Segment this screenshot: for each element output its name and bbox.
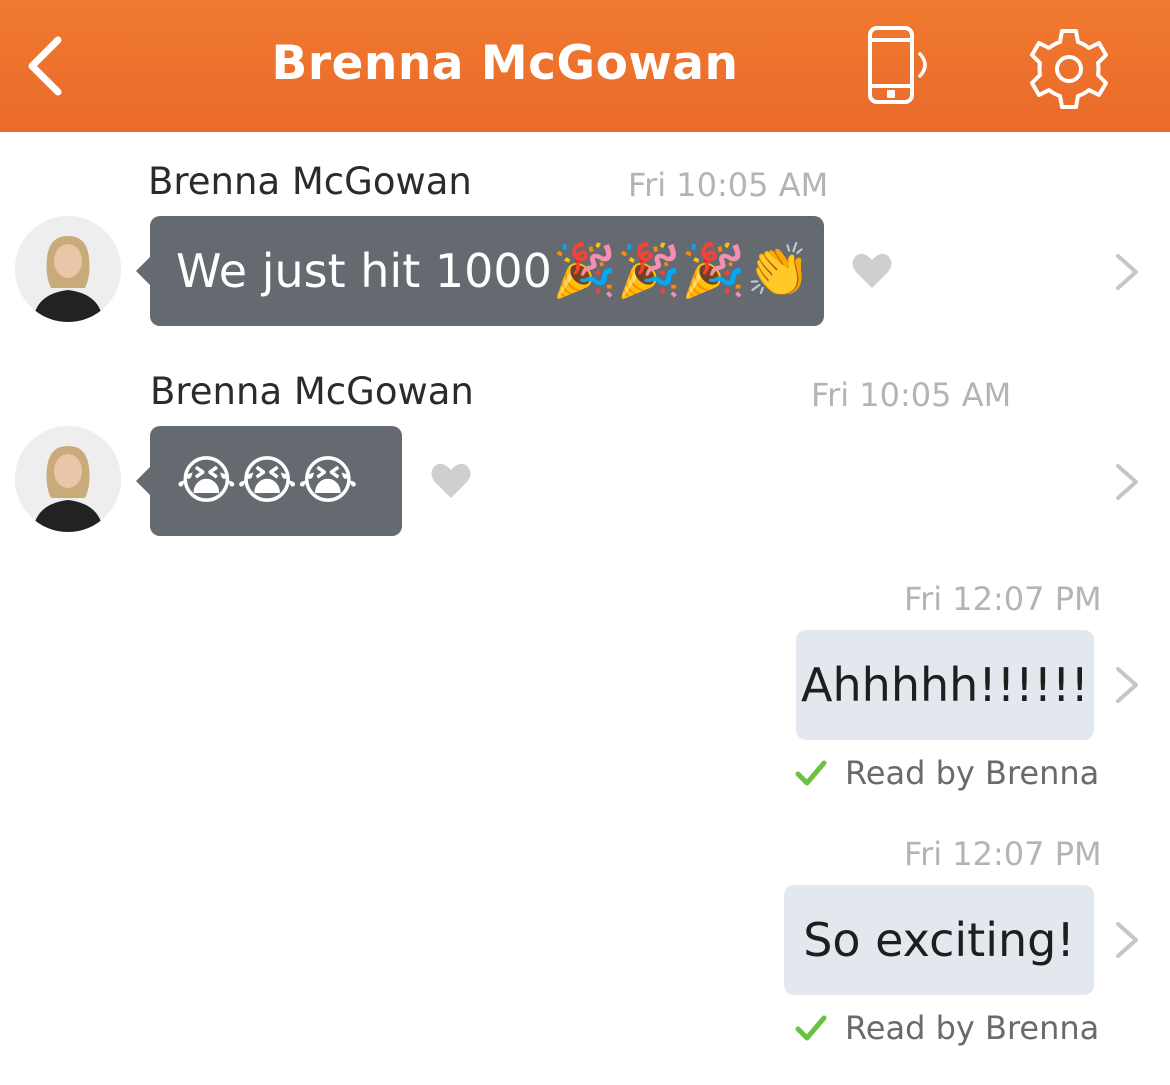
message-timestamp: Fri 12:07 PM bbox=[904, 835, 1102, 873]
heart-icon[interactable] bbox=[430, 462, 472, 500]
chevron-right-icon[interactable] bbox=[1112, 462, 1142, 502]
message-text: Ahhhhh!!!!!! bbox=[801, 658, 1089, 712]
chat-title: Brenna McGowan bbox=[271, 36, 739, 91]
message-timestamp: Fri 12:07 PM bbox=[904, 580, 1102, 618]
message-timestamp: Fri 10:05 AM bbox=[811, 376, 1012, 414]
back-chevron-icon[interactable] bbox=[18, 28, 78, 104]
message-text: We just hit 1000 bbox=[176, 244, 552, 298]
message-text: So exciting! bbox=[803, 913, 1075, 967]
message-emoji: 😭😭😭 bbox=[176, 451, 359, 511]
read-receipt: Read by Brenna bbox=[795, 754, 1099, 792]
message-bubble[interactable]: So exciting! bbox=[784, 885, 1094, 995]
checkmark-icon bbox=[795, 1015, 827, 1041]
message-bubble[interactable]: 😭😭😭 bbox=[136, 426, 402, 536]
read-receipt: Read by Brenna bbox=[795, 1009, 1099, 1047]
message-sender: Brenna McGowan bbox=[150, 370, 474, 413]
message-bubble[interactable]: Ahhhhh!!!!!! bbox=[796, 630, 1094, 740]
message-timestamp: Fri 10:05 AM bbox=[628, 166, 829, 204]
chat-header: Brenna McGowan bbox=[0, 0, 1170, 132]
avatar-photo bbox=[15, 216, 121, 322]
gear-icon[interactable] bbox=[1026, 26, 1112, 112]
checkmark-icon bbox=[795, 760, 827, 786]
avatar[interactable] bbox=[15, 216, 121, 322]
phone-vibrate-icon[interactable] bbox=[862, 24, 942, 108]
avatar[interactable] bbox=[15, 426, 121, 532]
read-receipt-text: Read by Brenna bbox=[845, 754, 1100, 792]
chevron-right-icon[interactable] bbox=[1112, 252, 1142, 292]
chevron-right-icon[interactable] bbox=[1112, 920, 1142, 960]
read-receipt-text: Read by Brenna bbox=[845, 1009, 1100, 1047]
heart-icon[interactable] bbox=[851, 252, 893, 290]
avatar-photo bbox=[15, 426, 121, 532]
chevron-right-icon[interactable] bbox=[1112, 665, 1142, 705]
message-sender: Brenna McGowan bbox=[148, 160, 472, 203]
message-bubble[interactable]: We just hit 1000 🎉🎉🎉👏 bbox=[136, 216, 824, 326]
message-emoji: 🎉🎉🎉👏 bbox=[551, 241, 811, 301]
